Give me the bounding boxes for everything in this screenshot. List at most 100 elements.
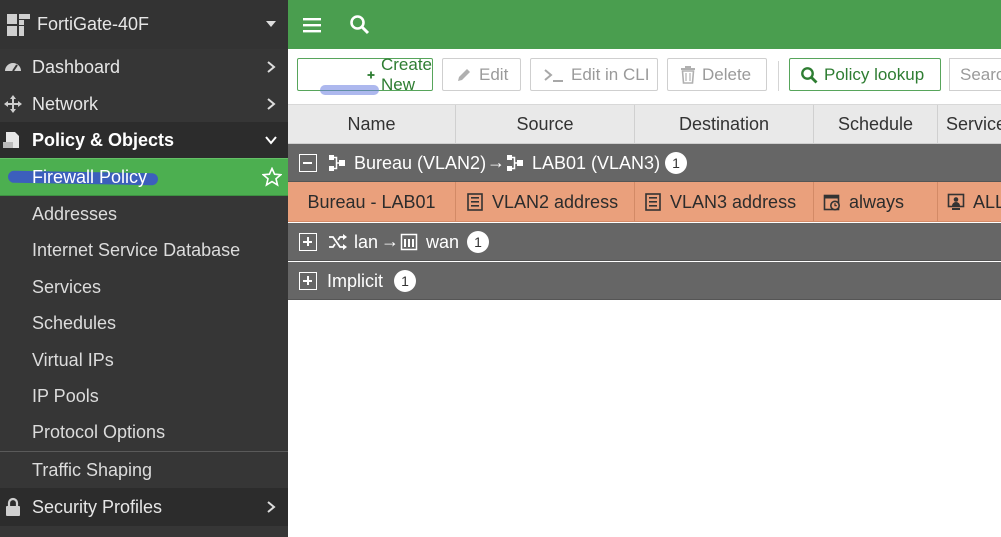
chevron-right-icon — [267, 61, 276, 73]
edit-label: Edit — [479, 64, 509, 84]
shuffle-icon — [329, 234, 347, 250]
arrow-right-icon: → — [381, 231, 399, 251]
sidebar-item-ip-pools[interactable]: IP Pools — [0, 378, 288, 414]
table-header: Name Source Destination Schedule Service — [288, 104, 1001, 144]
policy-schedule-cell: always — [814, 182, 938, 222]
wan-port-icon — [400, 233, 418, 251]
address-icon — [467, 193, 483, 211]
policy-destination-cell: VLAN3 address — [635, 182, 814, 222]
nav-network[interactable]: Network — [0, 86, 288, 122]
pencil-icon — [458, 68, 470, 81]
plus-icon — [367, 71, 375, 78]
policy-group-implicit[interactable]: Implicit 1 — [288, 262, 1001, 300]
policy-name-cell: Bureau - LAB01 — [288, 182, 456, 222]
terminal-icon — [544, 68, 563, 82]
address-icon — [645, 193, 661, 211]
sidebar-item-label: Virtual IPs — [32, 349, 114, 370]
sidebar-item-virtual-ips[interactable]: Virtual IPs — [0, 342, 288, 378]
policy-source-cell: VLAN2 address — [456, 182, 635, 222]
nav-policy-objects[interactable]: Policy & Objects — [0, 122, 288, 158]
column-header-service[interactable]: Service — [938, 105, 1001, 144]
schedule-label: always — [849, 191, 905, 212]
delete-label: Delete — [702, 64, 752, 84]
nav-label: Security Profiles — [32, 496, 163, 517]
count-badge: 1 — [665, 152, 687, 174]
column-header-name[interactable]: Name — [288, 105, 456, 144]
chevron-down-icon — [265, 136, 277, 145]
vlan-interface-icon — [329, 155, 345, 171]
group-to-interface: wan — [426, 232, 460, 252]
sidebar-item-addresses[interactable]: Addresses — [0, 196, 288, 232]
collapse-icon[interactable] — [299, 154, 317, 172]
sidebar-item-label: IP Pools — [32, 385, 99, 406]
chevron-right-icon — [267, 501, 276, 513]
policy-lookup-button[interactable]: Policy lookup — [789, 58, 941, 91]
column-header-destination[interactable]: Destination — [635, 105, 814, 144]
sidebar-item-label: Addresses — [32, 203, 118, 224]
sidebar-item-label: Firewall Policy — [32, 166, 148, 187]
edit-in-cli-button[interactable]: Edit in CLI — [530, 58, 658, 91]
sidebar-item-schedules[interactable]: Schedules — [0, 305, 288, 341]
sidebar-item-internet-service-database[interactable]: Internet Service Database — [0, 232, 288, 268]
sidebar-item-traffic-shaping[interactable]: Traffic Shaping — [0, 452, 288, 488]
search-icon — [801, 66, 818, 83]
destination-address-label: VLAN3 address — [670, 191, 797, 212]
policy-group-bureau-lab01[interactable]: Bureau (VLAN2) → LAB01 (VLAN3) 1 — [288, 144, 1001, 182]
toolbar: Create New Edit Edit in CLI Delete Polic… — [288, 49, 1001, 104]
edit-in-cli-label: Edit in CLI — [571, 64, 650, 84]
chevron-right-icon — [267, 98, 276, 110]
fortigate-logo-icon — [7, 14, 30, 36]
expand-icon[interactable] — [299, 233, 317, 251]
sidebar-item-label: Traffic Shaping — [32, 459, 153, 480]
hamburger-menu-icon[interactable] — [302, 15, 322, 35]
network-icon — [3, 94, 23, 114]
table-row[interactable]: Bureau - LAB01 VLAN2 address VLAN3 addre… — [288, 182, 1001, 222]
policy-service-cell: ALL — [938, 182, 1001, 222]
group-to-interface: LAB01 (VLAN3) — [532, 153, 661, 173]
edit-button[interactable]: Edit — [442, 58, 521, 91]
sidebar-item-label: Schedules — [32, 312, 117, 333]
policy-group-lan-wan[interactable]: lan → wan 1 — [288, 223, 1001, 261]
star-icon[interactable] — [262, 167, 282, 187]
arrow-right-icon: → — [487, 152, 505, 172]
lock-icon — [3, 497, 23, 517]
create-new-button[interactable]: Create New — [297, 55, 433, 95]
search-icon[interactable] — [349, 14, 370, 35]
nav-security-profiles[interactable]: Security Profiles — [0, 488, 288, 526]
sidebar-item-firewall-policy[interactable]: Firewall Policy — [0, 158, 288, 196]
device-name: FortiGate-40F — [37, 14, 150, 34]
column-header-source[interactable]: Source — [456, 105, 635, 144]
sidebar-item-label: Protocol Options — [32, 421, 166, 442]
dashboard-icon — [3, 57, 23, 77]
policy-icon — [3, 130, 23, 150]
delete-button[interactable]: Delete — [667, 58, 767, 91]
sidebar-item-label: Services — [32, 276, 102, 297]
nav-label: Dashboard — [32, 57, 121, 77]
search-input[interactable]: Search — [949, 58, 1001, 91]
nav-label: Network — [32, 93, 99, 114]
toolbar-divider — [778, 61, 779, 91]
service-label: ALL — [973, 191, 1001, 212]
column-header-schedule[interactable]: Schedule — [814, 105, 938, 144]
group-label: Implicit — [327, 271, 384, 291]
count-badge: 1 — [394, 270, 416, 292]
device-selector[interactable]: FortiGate-40F — [0, 0, 288, 49]
trash-icon — [681, 65, 695, 84]
policy-lookup-label: Policy lookup — [824, 64, 925, 84]
service-icon — [947, 193, 965, 210]
sidebar-item-protocol-options[interactable]: Protocol Options — [0, 414, 288, 450]
caret-down-icon — [266, 21, 276, 27]
nav-label: Policy & Objects — [32, 129, 175, 150]
vlan-interface-icon — [507, 155, 523, 171]
schedule-icon — [823, 194, 840, 211]
count-badge: 1 — [467, 231, 489, 253]
sidebar-item-services[interactable]: Services — [0, 269, 288, 305]
expand-icon[interactable] — [299, 272, 317, 290]
nav-dashboard[interactable]: Dashboard — [0, 49, 288, 86]
group-from-interface: lan — [354, 232, 379, 252]
source-address-label: VLAN2 address — [492, 191, 619, 212]
sidebar: FortiGate-40F Dashboard Network Policy &… — [0, 0, 288, 537]
create-new-label: Create New — [380, 54, 432, 94]
sidebar-item-label: Internet Service Database — [32, 239, 241, 260]
highlight-scribble — [320, 84, 379, 95]
